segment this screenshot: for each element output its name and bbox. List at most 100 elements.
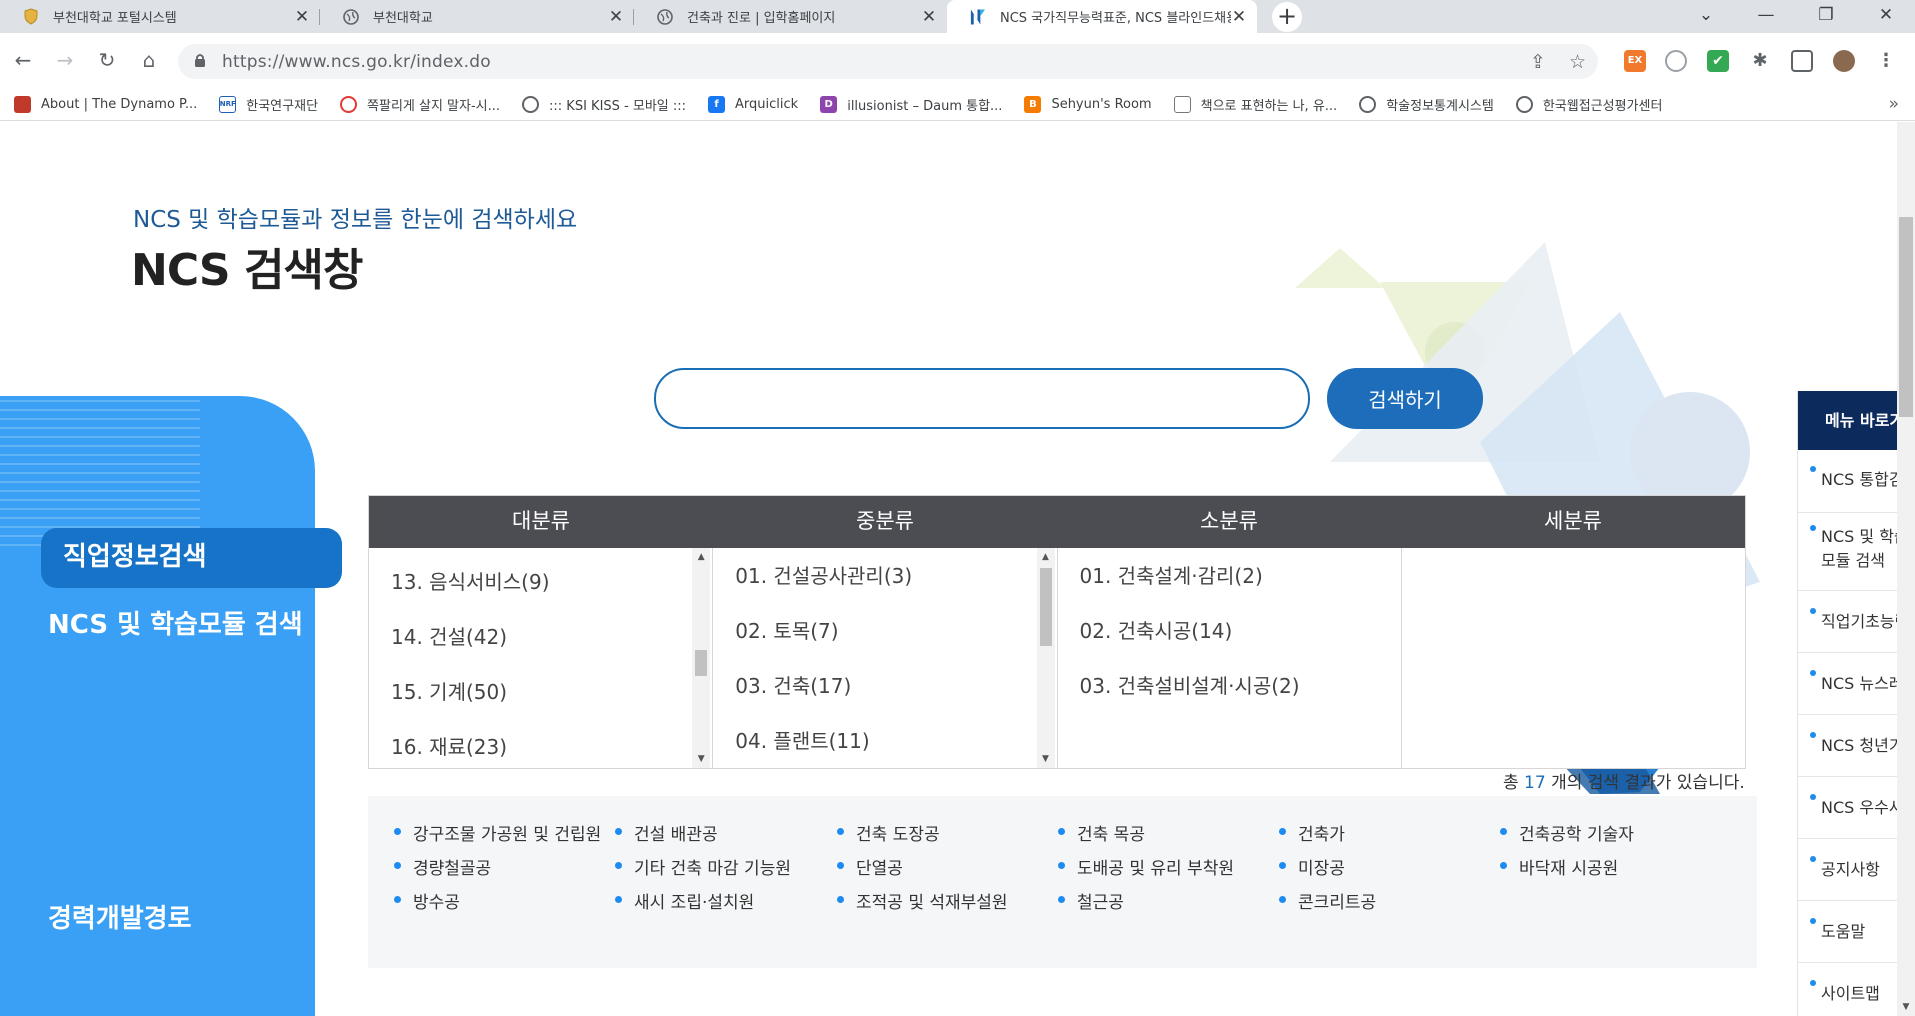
ncs-logo-icon (969, 8, 986, 25)
headphones-extension-icon[interactable] (1665, 50, 1687, 72)
job-result-item[interactable]: 바닥재 시공원 (1499, 854, 1618, 879)
major-item[interactable]: 15. 기계(50) (391, 676, 507, 705)
middle-scrollbar[interactable]: ▲ ▼ (1036, 548, 1055, 768)
home-icon[interactable]: ⌂ (136, 47, 162, 73)
bookmark-sehyun[interactable]: B Sehyun's Room (1024, 95, 1152, 113)
job-result-item[interactable]: 건축가 (1279, 820, 1345, 845)
tab-ncs[interactable]: NCS 국가직무능력표준, NCS 블라인드채용 ✕ (947, 0, 1257, 33)
scroll-thumb[interactable] (695, 650, 708, 676)
middle-item[interactable]: 04. 플랜트(11) (735, 725, 869, 754)
job-result-item[interactable]: 건축공학 기술자 (1500, 820, 1634, 845)
scroll-up-icon[interactable]: ▲ (692, 552, 710, 562)
new-tab-button[interactable]: + (1272, 2, 1302, 32)
address-bar[interactable]: https://www.ncs.go.kr/index.do ⇪ ☆ (178, 44, 1598, 79)
search-input[interactable] (654, 368, 1310, 429)
restore-button[interactable]: ❐ (1796, 0, 1856, 33)
bookmark-stats[interactable]: 학술정보통계시스템 (1359, 95, 1494, 114)
scroll-thumb[interactable] (1039, 568, 1052, 646)
minor-item[interactable]: 01. 건축설계·감리(2) (1080, 560, 1263, 589)
minimize-button[interactable]: — (1736, 0, 1796, 33)
job-result-item[interactable]: 건설 배관공 (615, 820, 718, 845)
search-button[interactable]: 검색하기 (1327, 368, 1483, 429)
lock-icon (194, 53, 206, 72)
job-result-item[interactable]: 경량철골공 (393, 854, 491, 879)
reload-icon[interactable]: ↻ (94, 47, 120, 73)
scroll-down-icon[interactable]: ▼ (1037, 754, 1055, 764)
scroll-up-icon[interactable]: ▲ (1037, 552, 1055, 562)
chevron-double-right-icon[interactable]: » (1889, 94, 1899, 114)
job-result-item[interactable]: 철근공 (1058, 888, 1124, 913)
menu-ncs-module-search[interactable]: NCS 및 학습모듈 검색 (48, 604, 303, 641)
minor-category-list: 01. 건축설계·감리(2) 02. 건축시공(14) 03. 건축설비설계·시… (1058, 548, 1402, 768)
side-panel-icon[interactable] (1791, 50, 1813, 72)
job-result-item[interactable]: 건축 목공 (1058, 820, 1145, 845)
tab-portal[interactable]: 부천대학교 포털시스템 ✕ (0, 0, 320, 33)
star-icon[interactable]: ☆ (1569, 51, 1586, 73)
middle-item[interactable]: 02. 토목(7) (735, 615, 838, 644)
job-result-item[interactable]: 강구조물 가공원 및 건립원 (393, 820, 601, 845)
forward-arrow-icon[interactable]: → (52, 47, 78, 73)
bookmark-circle[interactable]: 쪽팔리게 살지 말자-시... (340, 95, 500, 114)
profile-avatar[interactable] (1833, 50, 1855, 72)
tab-search-icon[interactable]: ⌄ (1676, 0, 1736, 33)
bookmark-kiss[interactable]: ::: KSI KISS - 모바일 ::: (522, 95, 686, 114)
bookmark-dynamo[interactable]: About | The Dynamo P... (14, 95, 197, 113)
facebook-icon: f (708, 95, 726, 113)
bookmark-book[interactable]: 책으로 표현하는 나, 유... (1173, 95, 1337, 114)
minor-item[interactable]: 03. 건축설비설계·시공(2) (1080, 670, 1300, 699)
page-content: NCS 및 학습모듈과 정보를 한눈에 검색하세요 NCS 검색창 검색하기 N… (0, 122, 1915, 1016)
job-result-item[interactable]: 새시 조립·설치원 (614, 888, 754, 913)
job-result-item[interactable]: 건축 도장공 (837, 820, 940, 845)
job-result-item[interactable]: 미장공 (1279, 854, 1345, 879)
globe-icon (342, 8, 359, 25)
page-title: NCS 검색창 (131, 245, 363, 296)
job-result-item[interactable]: 기타 건축 마감 기능원 (615, 854, 791, 879)
header-middle: 중분류 (856, 509, 914, 533)
url-text[interactable]: https://www.ncs.go.kr/index.do (222, 52, 491, 72)
middle-item[interactable]: 01. 건설공사관리(3) (735, 560, 912, 589)
bookmark-nrf[interactable]: NRF 한국연구재단 (219, 95, 318, 114)
menu-job-info-search[interactable]: 직업정보검색 (41, 528, 342, 588)
major-item[interactable]: 16. 재료(23) (391, 731, 507, 760)
page-scrollbar[interactable]: ▼ (1897, 122, 1915, 1016)
menu-career-path[interactable]: 경력개발경로 (48, 898, 192, 935)
header-major: 대분류 (512, 509, 570, 533)
book-icon (1173, 95, 1191, 113)
nrf-icon: NRF (219, 95, 237, 113)
major-item[interactable]: 13. 음식서비스(9) (391, 566, 550, 595)
back-arrow-icon[interactable]: ← (10, 47, 36, 73)
ex-extension-icon[interactable]: EX (1624, 50, 1646, 72)
bookmark-daum[interactable]: Dillusionist – Daum 통합... (820, 95, 1002, 114)
close-window-button[interactable]: ✕ (1856, 0, 1915, 33)
category-header: 대분류 중분류 소분류 세분류 (369, 496, 1745, 548)
tab-bucheon[interactable]: 부천대학교 ✕ (320, 0, 634, 33)
check-extension-icon[interactable]: ✔ (1707, 50, 1729, 72)
job-result-item[interactable]: 도배공 및 유리 부착원 (1058, 854, 1234, 879)
circle-logo-icon (340, 95, 358, 113)
puzzle-extensions-icon[interactable]: ✱ (1749, 50, 1771, 72)
major-item[interactable]: 14. 건설(42) (391, 621, 507, 650)
close-icon[interactable]: ✕ (294, 7, 310, 27)
job-result-item[interactable]: 조적공 및 석재부설원 (837, 888, 1008, 913)
share-icon[interactable]: ⇪ (1530, 51, 1546, 73)
bookmark-accessibility[interactable]: 한국웹접근성평가센터 (1515, 95, 1662, 114)
tab-strip: 부천대학교 포털시스템 ✕ 부천대학교 ✕ 건축과 진로 | 입학홈페이지 ✕ … (0, 0, 1915, 33)
close-icon[interactable]: ✕ (608, 7, 624, 27)
kebab-menu-icon[interactable]: ⋮ (1875, 50, 1897, 72)
category-table: 대분류 중분류 소분류 세분류 13. 음식서비스(9) 14. 건설(42) … (368, 495, 1746, 769)
scroll-down-icon[interactable]: ▼ (1897, 1002, 1915, 1012)
tab-admission[interactable]: 건축과 진로 | 입학홈페이지 ✕ (634, 0, 947, 33)
header-detail: 세분류 (1544, 509, 1602, 533)
major-scrollbar[interactable]: ▲ ▼ (692, 548, 711, 768)
job-result-item[interactable]: 콘크리트공 (1278, 888, 1376, 913)
middle-item[interactable]: 03. 건축(17) (735, 670, 851, 699)
close-icon[interactable]: ✕ (1231, 7, 1247, 27)
job-result-item[interactable]: 단열공 (837, 854, 903, 879)
job-result-item[interactable]: 방수공 (394, 888, 460, 913)
close-icon[interactable]: ✕ (921, 7, 937, 27)
minor-item[interactable]: 02. 건축시공(14) (1080, 615, 1233, 644)
page-scroll-thumb[interactable] (1899, 217, 1913, 417)
globe-icon (1359, 95, 1377, 113)
bookmark-arquiclick[interactable]: f Arquiclick (708, 95, 798, 113)
scroll-down-icon[interactable]: ▼ (692, 754, 710, 764)
